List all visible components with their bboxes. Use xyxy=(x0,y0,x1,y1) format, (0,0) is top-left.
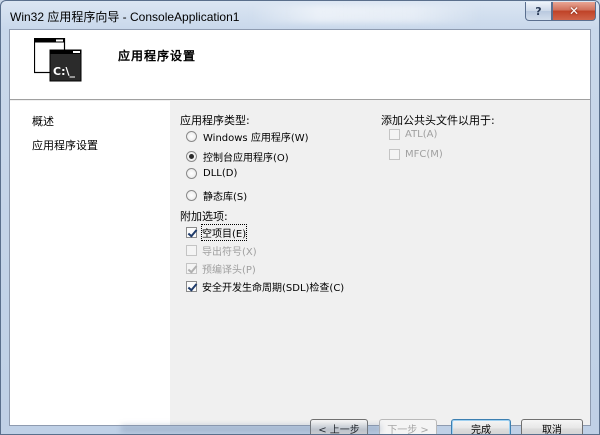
checkbox-label: MFC(M) xyxy=(405,149,443,160)
wizard-header: C:\_ 应用程序设置 xyxy=(10,30,590,100)
console-prompt-text: C:\_ xyxy=(53,65,75,78)
checkbox-indicator xyxy=(186,281,197,292)
dialog-client: C:\_ 应用程序设置 概述 应用程序设置 应用程序类型: Windows 应用… xyxy=(9,29,591,434)
title-bar[interactable]: Win32 应用程序向导 - ConsoleApplication1 ? ✕ xyxy=(1,1,599,29)
nav-item-app-settings[interactable]: 应用程序设置 xyxy=(32,137,98,153)
checkbox-indicator xyxy=(186,227,197,238)
radio-console-app[interactable]: 控制台应用程序(O) xyxy=(186,149,289,164)
radio-indicator xyxy=(186,131,197,142)
close-button[interactable]: ✕ xyxy=(552,2,596,21)
radio-windows-app[interactable]: Windows 应用程序(W) xyxy=(186,129,309,144)
radio-indicator xyxy=(186,190,197,201)
radio-dll[interactable]: DLL(D) xyxy=(186,168,237,179)
checkbox-export-symbols[interactable]: 导出符号(X) xyxy=(186,243,257,258)
page-title: 应用程序设置 xyxy=(118,49,197,63)
nav-pane: 概述 应用程序设置 xyxy=(10,101,170,425)
help-button[interactable]: ? xyxy=(525,2,552,21)
finish-button[interactable]: 完成 xyxy=(451,419,511,434)
next-button[interactable]: 下一步 > xyxy=(379,419,437,434)
radio-label: DLL(D) xyxy=(203,168,238,179)
window-title: Win32 应用程序向导 - ConsoleApplication1 xyxy=(10,10,240,24)
app-type-label: 应用程序类型: xyxy=(180,114,250,127)
radio-indicator xyxy=(186,151,197,162)
checkbox-label: 导出符号(X) xyxy=(202,247,257,258)
checkbox-indicator xyxy=(186,245,197,256)
console-app-icon: C:\_ xyxy=(34,38,82,82)
checkbox-label: 空项目(E) xyxy=(200,224,248,241)
extra-options-label: 附加选项: xyxy=(180,210,228,223)
close-icon: ✕ xyxy=(568,4,580,18)
checkbox-precompiled-header[interactable]: 预编译头(P) xyxy=(186,261,256,276)
checkbox-indicator xyxy=(389,129,400,140)
settings-pane: 应用程序类型: Windows 应用程序(W) 控制台应用程序(O) DLL(D… xyxy=(170,101,590,434)
checkbox-indicator xyxy=(389,149,400,160)
checkbox-indicator xyxy=(186,263,197,274)
checkbox-mfc[interactable]: MFC(M) xyxy=(389,149,443,160)
checkbox-sdl-checks[interactable]: 安全开发生命周期(SDL)检查(C) xyxy=(186,279,344,294)
radio-label: 控制台应用程序(O) xyxy=(203,153,289,164)
radio-static-lib[interactable]: 静态库(S) xyxy=(186,188,247,203)
checkbox-atl[interactable]: ATL(A) xyxy=(389,129,437,140)
checkbox-label: 预编译头(P) xyxy=(202,265,256,276)
radio-label: Windows 应用程序(W) xyxy=(203,133,309,144)
common-headers-label: 添加公共头文件以用于: xyxy=(381,114,495,127)
checkbox-empty-project[interactable]: 空项目(E) xyxy=(186,224,248,241)
checkbox-label: 安全开发生命周期(SDL)检查(C) xyxy=(202,283,345,294)
wizard-window: Win32 应用程序向导 - ConsoleApplication1 ? ✕ C… xyxy=(0,0,600,435)
nav-item-overview[interactable]: 概述 xyxy=(32,113,54,129)
help-icon: ? xyxy=(535,4,542,18)
cancel-button[interactable]: 取消 xyxy=(521,419,583,434)
radio-indicator xyxy=(186,168,197,179)
bottom-blur xyxy=(121,425,381,433)
radio-label: 静态库(S) xyxy=(203,192,248,203)
checkbox-label: ATL(A) xyxy=(405,129,438,140)
title-blur xyxy=(251,5,481,23)
